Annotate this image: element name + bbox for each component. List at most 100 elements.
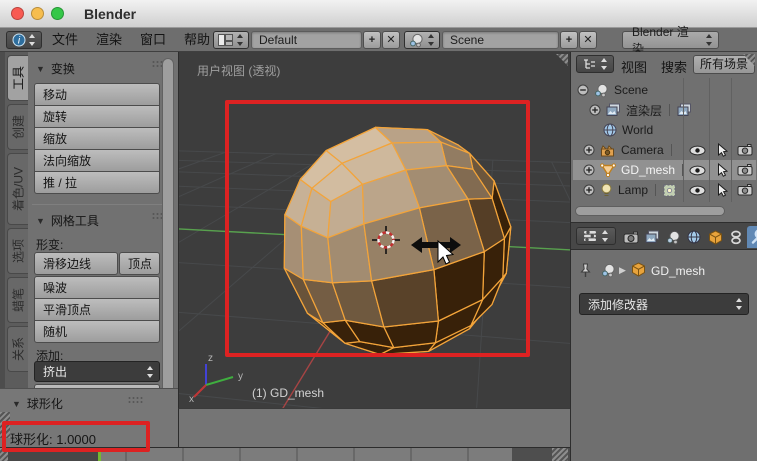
remove-scene-button[interactable]: ✕ [579,31,597,49]
tab-world[interactable] [684,226,704,248]
expand-plus-icon[interactable] [583,184,595,196]
tab-scene[interactable] [663,226,683,248]
current-frame-marker[interactable] [98,448,101,461]
render-restrict-icon[interactable] [737,184,753,196]
tree-row-camera[interactable]: Camera [573,140,756,160]
tab-render[interactable] [621,226,641,248]
world-icon [687,230,701,244]
view-name-label: 用户视图 (透视) [197,64,281,78]
toolshelf-scrollbar[interactable] [162,58,174,416]
transform-panel-header[interactable]: ▼ 变换 [36,60,75,77]
panel-separator [32,204,162,205]
translate-button[interactable]: 移动 [34,83,160,106]
vertex-slide-button[interactable]: 顶点 [119,252,160,275]
outliner-hscrollbar[interactable] [575,206,725,216]
tree-item-label[interactable]: 渲染层 [626,102,662,119]
close-window-button[interactable] [11,7,24,20]
pin-icon[interactable] [579,263,592,278]
tab-grease-pencil[interactable]: 蜡笔 [7,277,28,323]
scene-browse-button[interactable] [404,31,440,49]
spherize-panel-header[interactable]: ▼ 球形化 [12,395,63,412]
expand-plus-icon[interactable] [589,104,601,116]
tab-shading-uv[interactable]: 着色/UV [7,153,28,225]
randomize-button[interactable]: 随机 [34,320,160,343]
scene-breadcrumb-icon[interactable] [601,263,616,278]
slide-edge-button[interactable]: 滑移边线 [34,252,118,275]
select-arrow-icon[interactable] [716,143,728,157]
tab-relations[interactable]: 关系 [7,326,28,372]
outliner-display-mode-dropdown[interactable]: 所有场景 [693,55,755,74]
tree-item-label[interactable]: Camera [621,143,664,157]
tree-row-lamp[interactable]: Lamp [573,180,756,200]
eye-icon[interactable] [689,145,706,156]
viewport-canvas[interactable]: z y x [0,52,757,461]
tab-create[interactable]: 创建 [7,104,28,150]
render-restrict-icon[interactable] [737,164,753,176]
tree-item-label[interactable]: Scene [614,83,648,97]
select-arrow-icon[interactable] [716,163,728,177]
collapse-triangle-icon: ▼ [36,215,45,226]
rotate-button[interactable]: 旋转 [34,105,160,128]
expand-minus-icon[interactable] [577,84,589,96]
menu-render[interactable]: 渲染 [92,30,126,50]
panel-grip-icon[interactable] [128,396,143,404]
shrink-fatten-button[interactable]: 法向缩放 [34,149,160,172]
add-scene-button[interactable]: + [560,31,578,49]
smooth-vertex-button[interactable]: 平滑顶点 [34,298,160,321]
tree-item-label[interactable]: GD_mesh [621,163,675,177]
chevron-updown-icon [236,33,244,47]
tab-render-layers[interactable] [642,226,662,248]
chevron-updown-icon [600,57,608,71]
noise-button[interactable]: 噪波 [34,276,160,299]
outliner-editor-type-button[interactable] [576,55,614,73]
render-engine-dropdown[interactable]: Blender 渲染 [622,25,719,56]
minimize-window-button[interactable] [31,7,44,20]
tree-row-gd-mesh[interactable]: GD_mesh [573,160,756,180]
viewport-3d[interactable]: z y x 用户视图 (透视) (1) GD_mesh [0,52,757,461]
chain-link-icon [729,230,743,245]
tab-constraints[interactable] [726,226,746,248]
outliner-menu-search[interactable]: 搜索 [661,57,687,76]
tree-row-renderlayers[interactable]: 渲染层 [573,100,756,120]
add-modifier-dropdown[interactable]: 添加修改器 [579,293,749,315]
editor-type-button[interactable]: i [6,31,42,49]
tab-options[interactable]: 选项 [7,228,28,274]
resize-grip-icon[interactable] [552,448,568,461]
expand-plus-icon[interactable] [583,164,595,176]
wrench-icon [750,229,757,245]
screen-layout-browse-button[interactable] [213,31,249,49]
properties-editor-type-button[interactable] [576,227,616,245]
tree-row-scene[interactable]: Scene [573,80,756,100]
render-restrict-icon[interactable] [737,144,753,156]
tree-item-label[interactable]: Lamp [618,183,648,197]
screen-layout-name-field[interactable]: Default [251,31,362,49]
menu-help[interactable]: 帮助 [180,30,214,50]
eye-icon[interactable] [689,185,706,196]
push-pull-button[interactable]: 推 / 拉 [34,171,160,194]
resize-grip-icon[interactable] [0,448,8,461]
outliner-menu-view[interactable]: 视图 [621,57,647,76]
timeline-strip[interactable] [0,447,570,461]
expand-plus-icon[interactable] [583,144,595,156]
area-corner-grip[interactable] [0,412,10,438]
tab-object[interactable] [705,226,725,248]
tab-modifiers[interactable] [747,226,757,248]
add-layout-button[interactable]: + [363,31,381,49]
menu-window[interactable]: 窗口 [136,30,170,50]
remove-layout-button[interactable]: ✕ [382,31,400,49]
renderlayer-data-icon[interactable] [677,103,692,117]
scale-button[interactable]: 缩放 [34,127,160,150]
select-arrow-icon[interactable] [716,183,728,197]
tab-tools[interactable]: 工具 [7,55,28,101]
extrude-dropdown[interactable]: 挤出 [34,361,160,382]
menu-file[interactable]: 文件 [48,30,82,50]
eye-icon[interactable] [689,165,706,176]
mesh-tools-panel-header[interactable]: ▼ 网格工具 [36,212,99,229]
zoom-window-button[interactable] [51,7,64,20]
tree-row-world[interactable]: World [573,120,756,140]
tree-item-label[interactable]: World [622,123,653,137]
spherize-factor-slider[interactable]: 球形化: 1.0000 [10,429,96,448]
scene-name-field[interactable]: Scene [442,31,559,49]
column-divider [709,78,710,202]
lamp-data-icon[interactable] [663,184,676,197]
